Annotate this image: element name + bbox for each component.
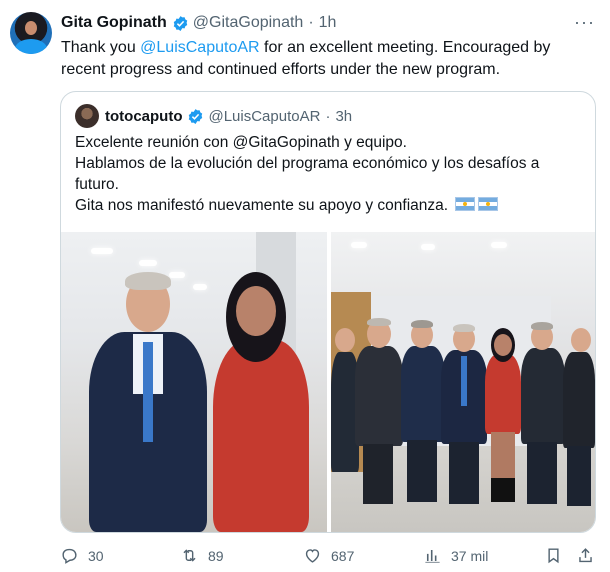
reply-icon — [62, 548, 77, 564]
quoted-author-handle: @LuisCaputoAR — [208, 107, 321, 125]
quoted-tweet[interactable]: totocaputo @LuisCaputoAR · 3h Excelente … — [60, 91, 596, 533]
quoted-text-line: Gita nos manifestó nuevamente su apoyo y… — [75, 195, 580, 216]
quoted-tweet-header: totocaputo @LuisCaputoAR · 3h — [75, 104, 352, 128]
quoted-tweet-text: Excelente reunión con @GitaGopinath y eq… — [75, 132, 580, 216]
bookmark-button[interactable] — [544, 546, 572, 565]
verified-badge-icon — [189, 108, 203, 124]
reply-button[interactable]: 30 — [60, 546, 104, 565]
repost-icon — [183, 549, 196, 562]
repost-count: 89 — [208, 547, 224, 564]
like-button[interactable]: 687 — [303, 546, 354, 565]
share-button[interactable] — [576, 546, 604, 565]
bookmark-icon — [548, 548, 559, 564]
views-button[interactable]: 37 mil — [423, 546, 488, 565]
verified-badge-icon — [173, 15, 188, 31]
tweet-time[interactable]: 1h — [319, 14, 337, 32]
tweet-text: Thank you @LuisCaputoAR for an excellent… — [61, 37, 596, 81]
tweet-card[interactable]: Gita Gopinath @GitaGopinath · 1h ··· Tha… — [0, 0, 610, 572]
like-icon — [305, 549, 320, 563]
tweet-text-part: Thank you — [61, 39, 141, 56]
separator-dot: · — [325, 107, 331, 125]
repost-button[interactable]: 89 — [180, 546, 224, 565]
action-bar: 30 89 687 37 mil — [0, 540, 610, 570]
more-icon[interactable]: ··· — [574, 12, 595, 33]
author-name[interactable]: Gita Gopinath — [61, 14, 167, 32]
argentina-flag-icon — [478, 197, 499, 211]
quoted-text-line: Hablamos de la evolución del programa ec… — [75, 155, 540, 172]
photo-group[interactable] — [331, 232, 595, 532]
quoted-text-line: futuro. — [75, 176, 119, 193]
photo-handshake[interactable] — [61, 232, 327, 532]
mention-link[interactable]: @LuisCaputoAR — [140, 39, 259, 56]
separator-dot: · — [308, 14, 314, 31]
like-count: 687 — [331, 547, 355, 564]
tweet-header: Gita Gopinath @GitaGopinath · 1h — [61, 14, 336, 32]
views-count: 37 mil — [451, 547, 489, 564]
quoted-tweet-time: 3h — [335, 107, 353, 125]
quoted-author-avatar — [75, 104, 99, 128]
author-avatar[interactable] — [10, 12, 52, 54]
argentina-flag-icon — [455, 197, 476, 211]
quoted-author-name: totocaputo — [105, 107, 183, 125]
share-icon — [579, 548, 592, 563]
reply-count: 30 — [88, 547, 104, 564]
quoted-text-line: Excelente reunión con @GitaGopinath y eq… — [75, 134, 407, 151]
author-handle[interactable]: @GitaGopinath — [193, 14, 304, 32]
views-icon — [425, 549, 440, 563]
